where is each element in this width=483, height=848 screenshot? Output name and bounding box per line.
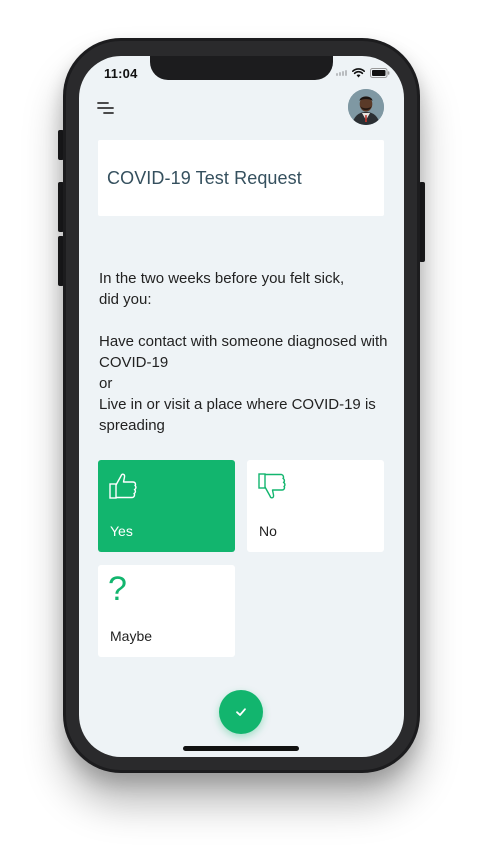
- page-title: COVID-19 Test Request: [107, 168, 302, 188]
- question-mark-icon: ?: [108, 570, 127, 608]
- user-avatar[interactable]: [348, 89, 384, 125]
- option-yes-label: Yes: [110, 523, 133, 539]
- title-card: COVID-19 Test Request: [98, 140, 384, 216]
- home-indicator[interactable]: [183, 746, 299, 751]
- checkmark-icon: [236, 708, 246, 716]
- thumbs-up-icon: [109, 473, 137, 499]
- status-time: 11:04: [104, 66, 138, 81]
- option-maybe-label: Maybe: [110, 628, 153, 644]
- status-bar: 11:04: [79, 56, 404, 90]
- option-maybe[interactable]: ? Maybe: [98, 565, 235, 657]
- status-icons: [336, 68, 390, 78]
- menu-icon[interactable]: [97, 100, 117, 116]
- option-no[interactable]: No: [247, 460, 384, 552]
- option-yes[interactable]: Yes: [98, 460, 235, 552]
- question-text: In the two weeks before you felt sick, d…: [99, 270, 388, 434]
- thumbs-down-icon: [258, 473, 286, 499]
- option-no-label: No: [259, 523, 277, 539]
- submit-button[interactable]: [219, 690, 263, 734]
- app-screen: 11:04 COVID-19 Test Request In the two w…: [79, 56, 404, 757]
- wifi-icon: [352, 68, 365, 78]
- battery-icon: [370, 68, 390, 78]
- mockup-stage: 11:04 COVID-19 Test Request In the two w…: [0, 0, 483, 848]
- signal-icon: [336, 70, 347, 76]
